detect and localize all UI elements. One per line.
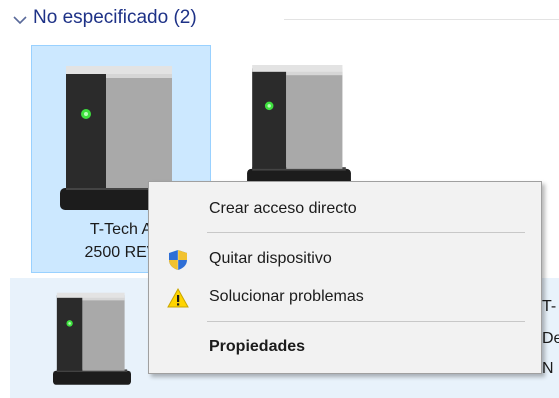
menu-separator bbox=[207, 232, 525, 233]
chevron-down-icon[interactable] bbox=[9, 9, 31, 31]
device-tile[interactable] bbox=[246, 45, 366, 195]
device-detail-desc: De bbox=[542, 330, 559, 347]
menu-item-create-shortcut[interactable]: Crear acceso directo bbox=[151, 195, 539, 225]
external-drive-icon bbox=[247, 65, 351, 188]
menu-item-troubleshoot[interactable]: Solucionar problemas bbox=[151, 283, 539, 313]
menu-item-properties[interactable]: Propiedades bbox=[151, 333, 539, 363]
group-divider bbox=[284, 19, 559, 20]
device-detail-status: N bbox=[542, 360, 554, 377]
context-menu[interactable]: Crear acceso directo Quitar dispositivo … bbox=[148, 181, 542, 374]
group-header[interactable]: No especificado (2) bbox=[0, 0, 559, 40]
menu-item-label: Crear acceso directo bbox=[209, 200, 357, 217]
menu-item-label: Quitar dispositivo bbox=[209, 250, 332, 267]
menu-item-label: Propiedades bbox=[209, 338, 306, 355]
menu-item-remove-device[interactable]: Quitar dispositivo bbox=[151, 245, 539, 275]
uac-shield-icon bbox=[169, 250, 187, 270]
external-drive-icon bbox=[53, 292, 131, 385]
menu-item-label: Solucionar problemas bbox=[209, 288, 364, 305]
warning-icon bbox=[167, 287, 189, 308]
menu-separator bbox=[207, 321, 525, 322]
group-title: No especificado (2) bbox=[33, 7, 197, 28]
device-detail-name: T- bbox=[542, 298, 557, 315]
